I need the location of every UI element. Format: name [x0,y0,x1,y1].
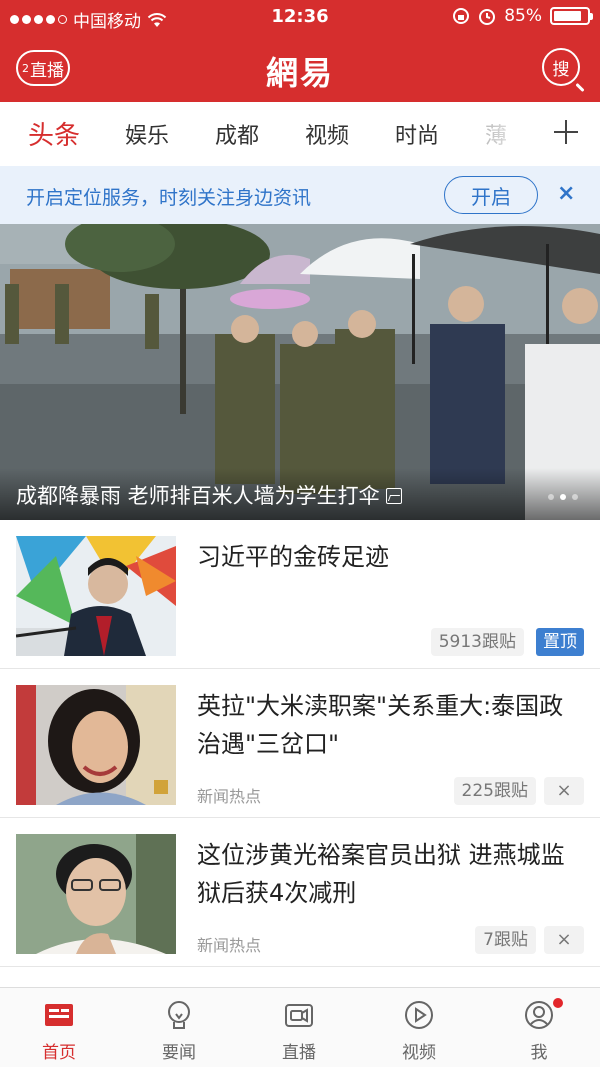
add-channel-icon[interactable] [548,114,584,150]
nav-home-label: 首页 [42,1043,76,1063]
news-title[interactable]: 习近平的金砖足迹 [197,538,582,576]
hero-carousel[interactable]: 成都降暴雨 老师排百米人墙为学生打伞 [0,224,600,520]
location-banner-text: 开启定位服务，时刻关注身边资讯 [26,187,312,209]
nav-video[interactable]: 视频 [369,998,469,1063]
nav-profile-label: 我 [530,1043,548,1063]
tab-entertainment[interactable]: 娱乐 [125,118,169,150]
tab-headlines[interactable]: 头条 [28,115,80,152]
dismiss-button[interactable]: × [544,777,584,805]
bottom-navigation: 首页 要闻 直播 视频 我 [0,987,600,1067]
news-source: 新闻热点 [197,787,262,806]
location-banner: 开启定位服务，时刻关注身边资讯 开启 × [0,166,600,224]
news-title[interactable]: 这位涉黄光裕案官员出狱 进燕城监狱后获4次减刑 [197,836,582,912]
news-thumbnail [16,834,176,954]
news-source: 新闻热点 [197,936,262,955]
news-title[interactable]: 英拉"大米渎职案"关系重大:泰国政治遇"三岔口" [197,687,582,763]
hero-caption: 成都降暴雨 老师排百米人墙为学生打伞 [16,480,402,510]
live-icon [285,1004,313,1027]
tab-video[interactable]: 视频 [305,118,349,150]
alarm-icon [479,9,496,25]
pager-dot [560,494,566,500]
pager-dot [548,494,554,500]
notification-dot [551,996,565,1010]
enable-location-button[interactable]: 开启 [444,176,538,214]
pinned-badge: 置顶 [536,628,584,656]
nav-news[interactable]: 要闻 [129,998,229,1063]
status-right: 85% [452,6,593,26]
nav-video-label: 视频 [402,1043,436,1063]
video-play-icon [405,1001,433,1029]
app-logo: 網易 [265,54,334,92]
dismiss-button[interactable]: × [544,926,584,954]
channel-tabs: 头条 娱乐 成都 视频 时尚 薄 [0,102,600,166]
lightbulb-icon [168,1001,190,1029]
comment-count[interactable]: 225跟贴 [453,777,536,805]
news-item[interactable]: 英拉"大米渎职案"关系重大:泰国政治遇"三岔口" 新闻热点 225跟贴 × [0,669,600,818]
app-header: 2 直播 網易 搜 [0,34,600,102]
tab-fashion[interactable]: 时尚 [395,118,439,150]
hero-title: 成都降暴雨 老师排百米人墙为学生打伞 [16,484,380,508]
tabs-fade-overlay [470,102,550,166]
search-label: 搜 [552,59,570,80]
rotation-lock-icon [453,8,470,24]
nav-news-label: 要闻 [162,1043,196,1063]
news-item[interactable]: 习近平的金砖足迹 5913跟贴 置顶 [0,520,600,669]
news-thumbnail [16,536,176,656]
search-button[interactable]: 搜 [542,48,580,86]
tab-chengdu[interactable]: 成都 [215,118,259,150]
nav-live[interactable]: 直播 [249,998,349,1063]
news-item[interactable]: 这位涉黄光裕案官员出狱 进燕城监狱后获4次减刑 新闻热点 7跟贴 × [0,818,600,967]
comment-count[interactable]: 7跟贴 [475,926,536,954]
gallery-icon [385,488,402,504]
close-banner-icon[interactable]: × [557,181,575,206]
pager-dot [572,494,578,500]
battery-percent: 85% [504,6,542,26]
status-bar: 中国移动 12:36 85% [0,0,600,34]
nav-home[interactable]: 首页 [9,998,109,1063]
nav-profile[interactable]: 我 [489,996,589,1063]
comment-count[interactable]: 5913跟贴 [430,628,524,656]
battery-fill [554,11,582,21]
carousel-pager [548,494,578,500]
nav-live-label: 直播 [282,1043,316,1063]
home-icon [45,1004,73,1026]
battery-icon [550,7,593,25]
news-thumbnail [16,685,176,805]
